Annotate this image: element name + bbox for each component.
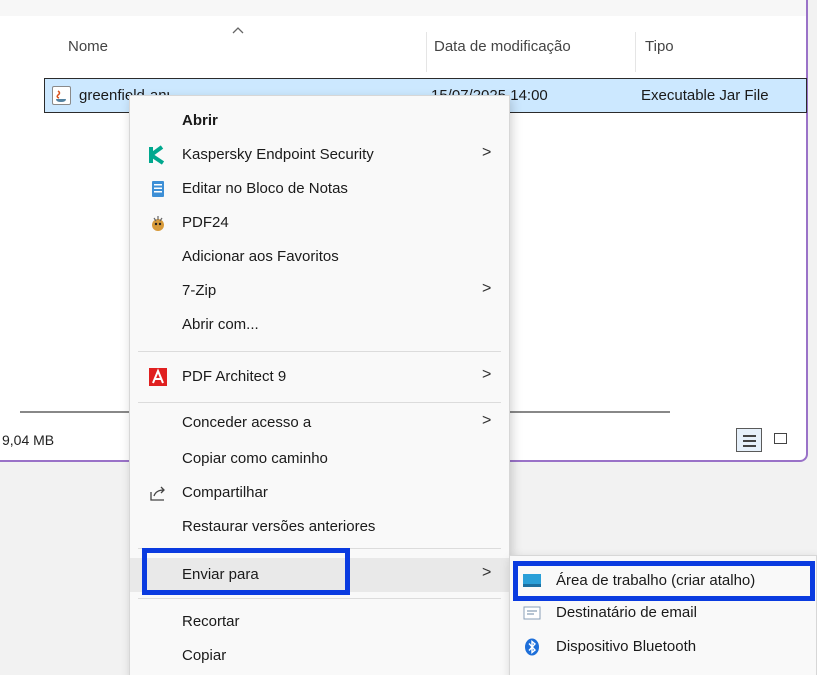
tiles-view-icon xyxy=(774,433,787,444)
column-header-type[interactable]: Tipo xyxy=(645,38,674,60)
submenu-item-email[interactable]: Destinatário de email xyxy=(510,596,816,630)
submenu-item-label: Dispositivo Bluetooth xyxy=(556,638,697,655)
details-view-button[interactable] xyxy=(736,428,762,452)
menu-item-label: Kaspersky Endpoint Security xyxy=(182,146,374,163)
menu-item-copiar-caminho[interactable]: Copiar como caminho xyxy=(130,442,509,476)
column-header-date[interactable]: Data de modificação xyxy=(434,38,571,60)
submenu-item-partial[interactable] xyxy=(510,668,816,675)
menu-item-copiar[interactable]: Copiar xyxy=(130,639,509,673)
submenu-item-label: Destinatário de email xyxy=(556,604,697,621)
notepad-icon xyxy=(148,179,168,199)
menu-item-label: PDF24 xyxy=(182,214,229,231)
menu-item-adicionar-favoritos[interactable]: Adicionar aos Favoritos xyxy=(130,240,509,274)
sort-ascending-icon[interactable] xyxy=(232,26,244,34)
share-icon xyxy=(148,483,168,503)
menu-item-conceder-acesso[interactable]: Conceder acesso a > xyxy=(130,406,509,440)
menu-separator xyxy=(138,548,501,549)
kaspersky-icon xyxy=(148,145,168,165)
submenu-item-label: Área de trabalho (criar atalho) xyxy=(556,572,756,589)
pdf24-icon xyxy=(148,213,168,233)
column-header-name[interactable]: Nome xyxy=(68,38,108,60)
menu-item-label: Restaurar versões anteriores xyxy=(182,518,376,535)
menu-item-label: Compartilhar xyxy=(182,484,268,501)
menu-item-label: Copiar xyxy=(182,647,227,664)
menu-item-pdf-architect[interactable]: PDF Architect 9 > xyxy=(130,360,509,394)
menu-item-recortar[interactable]: Recortar xyxy=(130,605,509,639)
submenu-arrow-icon: > xyxy=(482,412,492,429)
toolbar-strip xyxy=(0,0,806,16)
column-divider[interactable] xyxy=(426,32,427,72)
menu-item-abrir[interactable]: Abrir xyxy=(130,104,509,138)
menu-item-editar-bloco-de-notas[interactable]: Editar no Bloco de Notas xyxy=(130,172,509,206)
menu-item-label: Editar no Bloco de Notas xyxy=(182,180,348,197)
menu-item-kaspersky[interactable]: Kaspersky Endpoint Security > xyxy=(130,138,509,172)
file-type: Executable Jar File xyxy=(641,87,769,104)
menu-item-enviar-para[interactable]: Enviar para > xyxy=(130,558,509,592)
jar-file-icon xyxy=(52,86,71,105)
context-menu: Abrir Kaspersky Endpoint Security > Edit… xyxy=(129,95,510,675)
horizontal-scrollbar[interactable] xyxy=(20,411,130,413)
menu-item-label: Adicionar aos Favoritos xyxy=(182,248,339,265)
status-selection-size: 9,04 MB xyxy=(2,432,55,448)
menu-separator xyxy=(138,351,501,352)
large-icons-view-button[interactable] xyxy=(770,430,792,450)
submenu-arrow-icon: > xyxy=(482,564,492,581)
menu-separator xyxy=(138,598,501,599)
menu-item-abrir-com[interactable]: Abrir com... xyxy=(130,308,509,342)
submenu-item-desktop-shortcut[interactable]: Área de trabalho (criar atalho) xyxy=(510,564,816,598)
menu-item-label: Abrir com... xyxy=(182,316,259,333)
submenu-arrow-icon: > xyxy=(482,280,492,297)
horizontal-scrollbar-thumb[interactable] xyxy=(510,411,670,413)
bluetooth-icon xyxy=(522,638,542,656)
desktop-icon xyxy=(522,572,542,590)
menu-item-label: Enviar para xyxy=(182,566,259,583)
menu-item-pdf24[interactable]: PDF24 xyxy=(130,206,509,240)
screen: Nome Data de modificação Tipo greenfield… xyxy=(0,0,817,675)
menu-item-label: PDF Architect 9 xyxy=(182,368,287,385)
submenu-item-bluetooth[interactable]: Dispositivo Bluetooth xyxy=(510,630,816,664)
menu-item-compartilhar[interactable]: Compartilhar xyxy=(130,476,509,510)
menu-item-label: Copiar como caminho xyxy=(182,450,328,467)
menu-item-label: Recortar xyxy=(182,613,240,630)
menu-item-restaurar-versoes[interactable]: Restaurar versões anteriores xyxy=(130,510,509,544)
menu-item-label: Abrir xyxy=(182,112,218,129)
submenu-arrow-icon: > xyxy=(482,144,492,161)
mail-icon xyxy=(522,604,542,622)
send-to-submenu: Área de trabalho (criar atalho) Destinat… xyxy=(509,555,817,675)
submenu-arrow-icon: > xyxy=(482,366,492,383)
column-divider[interactable] xyxy=(635,32,636,72)
menu-separator xyxy=(138,402,501,403)
menu-item-7zip[interactable]: 7-Zip > xyxy=(130,274,509,308)
pdf-architect-icon xyxy=(148,367,168,387)
menu-item-label: 7-Zip xyxy=(182,282,217,299)
menu-item-label: Conceder acesso a xyxy=(182,414,312,431)
